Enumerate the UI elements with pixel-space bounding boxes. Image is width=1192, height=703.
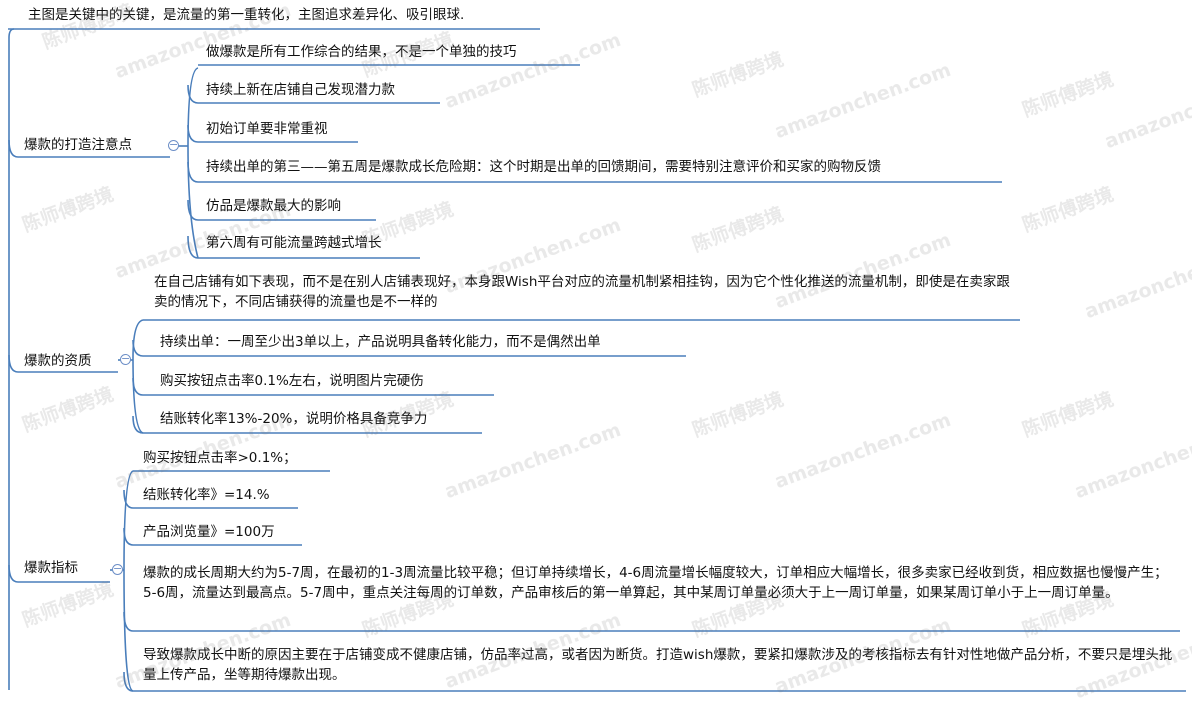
branch-2-connector xyxy=(8,354,19,373)
branch-3-spine xyxy=(123,470,134,692)
branch-label-1[interactable]: 爆款的打造注意点 xyxy=(24,135,132,155)
branch-label-2[interactable]: 爆款的资质 xyxy=(24,351,92,371)
branch-1-connector xyxy=(8,139,19,158)
branch-1-collapse-toggle[interactable]: − xyxy=(168,139,179,151)
branch-2-collapse-toggle[interactable]: − xyxy=(120,353,131,365)
branch-1-item-5[interactable]: 仿品是爆款最大的影响 xyxy=(206,196,341,216)
branch-1-item-2[interactable]: 持续上新在店铺自己发现潜力款 xyxy=(206,80,395,100)
branch-label-3[interactable]: 爆款指标 xyxy=(24,558,78,578)
branch-3-item-1[interactable]: 购买按钮点击率>0.1%； xyxy=(143,448,297,468)
branch-2-item-3[interactable]: 购买按钮点击率0.1%左右，说明图片完硬伤 xyxy=(160,371,424,391)
branch-3-item-3[interactable]: 产品浏览量》=100万 xyxy=(143,522,275,542)
branch-3-connector xyxy=(8,564,19,583)
branch-3-collapse-toggle[interactable]: − xyxy=(112,563,123,575)
branch-2-item-1[interactable]: 在自己店铺有如下表现，而不是在别人店铺表现好，本身跟Wish平台对应的流量机制紧… xyxy=(154,272,1014,312)
branch-2-item-4[interactable]: 结账转化率13%-20%，说明价格具备竞争力 xyxy=(160,409,427,429)
mind-map: − − − 主图是关键中的关键，是流量的第一重转化，主图追求差异化、吸引眼球. … xyxy=(0,0,1192,703)
branch-1-item-3[interactable]: 初始订单要非常重视 xyxy=(206,119,328,139)
root-topic[interactable]: 主图是关键中的关键，是流量的第一重转化，主图追求差异化、吸引眼球. xyxy=(28,5,464,25)
branch-3-item-2[interactable]: 结账转化率》=14.% xyxy=(143,485,270,505)
branch-3-item-5[interactable]: 导致爆款成长中断的原因主要在于店铺变成不健康店铺，仿品率过高，或者因为断货。打造… xyxy=(143,645,1179,685)
branch-2-item-2[interactable]: 持续出单：一周至少出3单以上，产品说明具备转化能力，而不是偶然出单 xyxy=(160,332,601,352)
branch-1-item-6[interactable]: 第六周有可能流量跨越式增长 xyxy=(206,233,382,253)
branch-3-item-4[interactable]: 爆款的成长周期大约为5-7周，在最初的1-3周流量比较平稳；但订单持续增长，4-… xyxy=(143,563,1173,603)
branch-2-spine xyxy=(132,319,144,434)
branch-1-item-1[interactable]: 做爆款是所有工作综合的结果，不是一个单独的技巧 xyxy=(206,42,517,62)
branch-1-item-4[interactable]: 持续出单的第三——第五周是爆款成长危险期：这个时期是出单的回馈期间，需要特别注意… xyxy=(206,157,881,177)
